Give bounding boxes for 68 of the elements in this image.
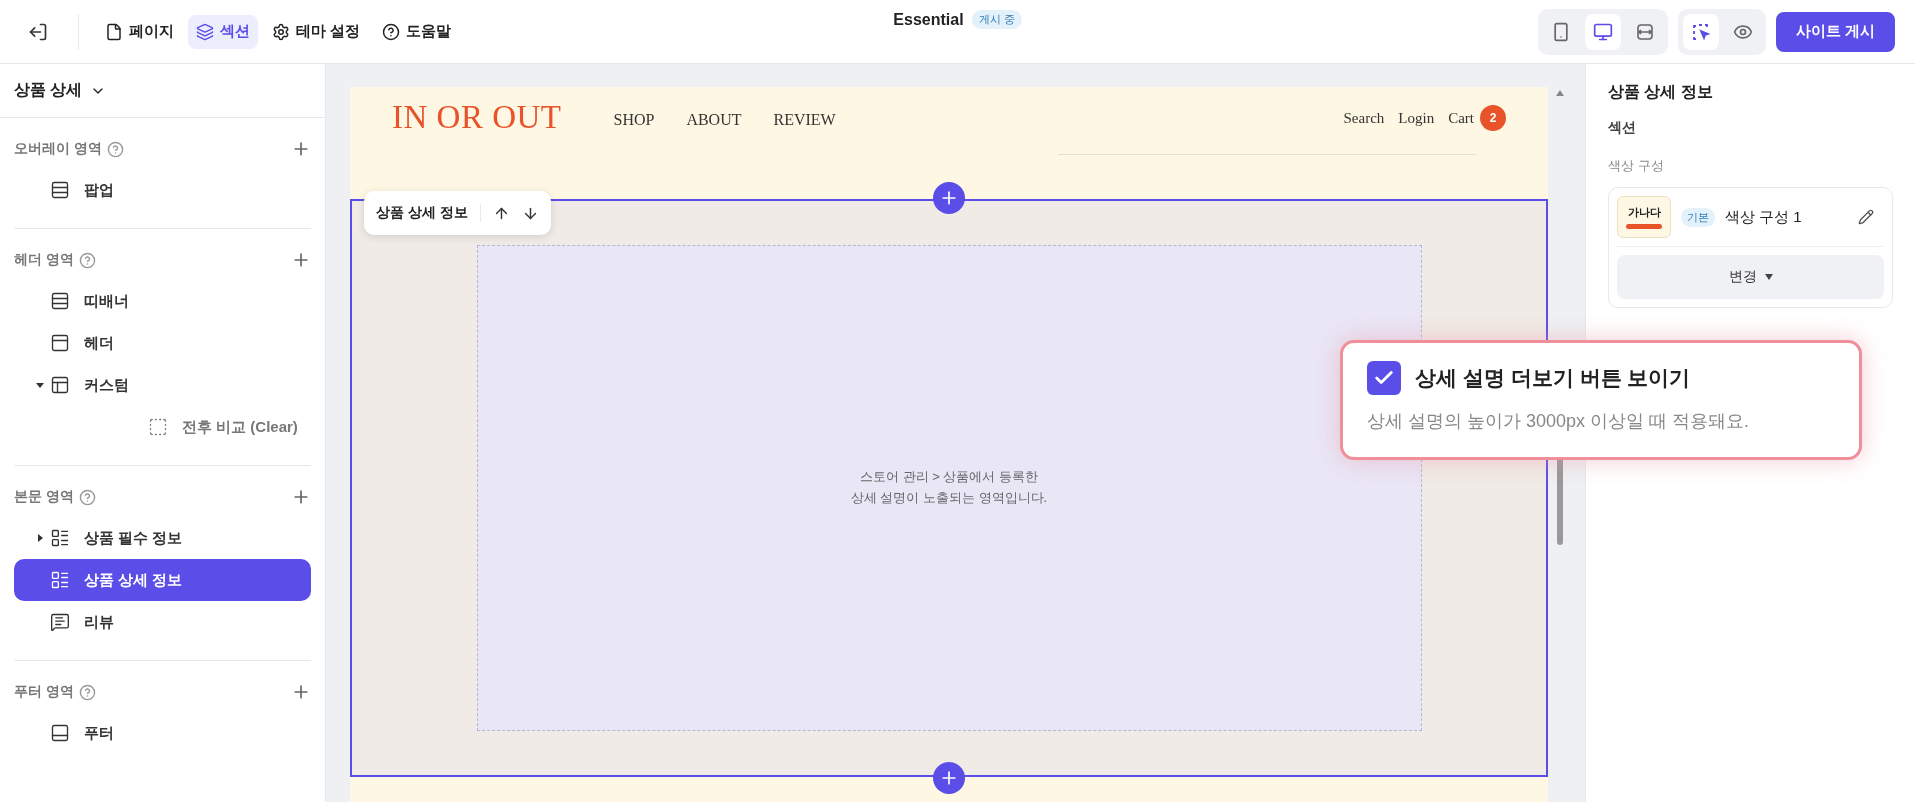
default-badge: 기본 <box>1681 207 1715 227</box>
section-label: 푸터 영역 <box>14 683 74 701</box>
select-icon <box>1690 21 1711 42</box>
field-label: 색상 구성 <box>1608 157 1665 175</box>
file-icon <box>105 22 123 41</box>
section-label: 헤더 영역 <box>14 251 74 269</box>
add-section-button[interactable] <box>933 762 965 794</box>
expand-icon <box>1634 21 1655 42</box>
panel-icon <box>50 723 70 743</box>
group-label: 섹션 <box>1608 119 1637 137</box>
checkbox[interactable] <box>1367 361 1401 395</box>
cart-count: 2 <box>1480 105 1506 131</box>
edit-icon[interactable] <box>1858 209 1874 225</box>
section-label: 오버레이 영역 <box>14 140 102 158</box>
tree-item[interactable]: 헤더 <box>14 322 311 364</box>
rows-icon <box>50 291 70 311</box>
header-link[interactable]: Cart <box>1448 109 1474 127</box>
help-icon[interactable] <box>106 140 124 158</box>
monitor-icon <box>1592 21 1613 42</box>
site-name: Essential <box>893 10 964 29</box>
swatch-bar <box>1626 224 1662 229</box>
view-toggle[interactable] <box>1584 13 1621 50</box>
page-selector[interactable]: 상품 상세 <box>14 80 107 101</box>
tree-item[interactable]: 푸터 <box>14 712 311 754</box>
dashed-square-icon <box>148 417 168 437</box>
header-link[interactable]: Login <box>1398 109 1435 127</box>
nav-tab[interactable]: 섹션 <box>188 14 258 49</box>
tree-item[interactable]: 리뷰 <box>14 601 311 643</box>
caret-icon <box>1764 274 1773 280</box>
publish-button[interactable]: 사이트 게시 <box>1775 11 1895 52</box>
section-label: 본문 영역 <box>14 488 74 506</box>
change-button[interactable]: 변경 <box>1617 255 1884 299</box>
layout-icon <box>50 375 70 395</box>
scheme-name: 색상 구성 1 <box>1725 207 1802 227</box>
tree-item[interactable]: 전후 비교 (Clear) <box>14 406 311 448</box>
status-badge: 게시 중 <box>971 10 1022 29</box>
nav-tab[interactable]: 페이지 <box>97 14 182 49</box>
header-link[interactable]: Search <box>1343 109 1385 127</box>
caret-icon[interactable] <box>36 381 44 389</box>
swatch-text: 가나다 <box>1627 205 1661 220</box>
settings-icon <box>272 22 290 41</box>
rows-icon <box>50 180 70 200</box>
message-icon <box>50 612 70 632</box>
menu-link[interactable]: ABOUT <box>686 99 742 135</box>
help-icon[interactable] <box>78 683 96 701</box>
placeholder-text: 스토어 관리 > 상품에서 등록한 상세 설명이 노출되는 영역입니다. <box>850 468 1048 507</box>
layers-icon <box>196 22 214 41</box>
help-icon[interactable] <box>78 251 96 269</box>
list-icon <box>50 528 70 548</box>
panel-icon <box>50 333 70 353</box>
menu-link[interactable]: REVIEW <box>773 99 836 135</box>
tree-item[interactable]: 커스텀 <box>14 364 311 406</box>
menu-link[interactable]: SHOP <box>613 99 655 135</box>
nav-tab[interactable]: 도움말 <box>374 14 460 49</box>
tree-item[interactable]: 팝업 <box>14 169 311 211</box>
tree-item[interactable]: 상품 필수 정보 <box>14 517 311 559</box>
tree-item[interactable]: 띠배너 <box>14 280 311 322</box>
help-icon <box>382 22 401 41</box>
view-toggle[interactable] <box>1682 13 1719 50</box>
list-icon <box>50 570 70 590</box>
exit-icon <box>28 21 48 42</box>
panel-title: 상품 상세 정보 <box>1608 82 1714 102</box>
section-title: 상품 상세 정보 <box>376 204 481 222</box>
help-icon[interactable] <box>78 488 96 506</box>
nav-tab[interactable]: 테마 설정 <box>264 14 369 49</box>
tree-item[interactable]: 상품 상세 정보 <box>14 559 311 601</box>
caret-icon[interactable] <box>36 534 44 542</box>
add-section-button[interactable] <box>933 182 965 214</box>
